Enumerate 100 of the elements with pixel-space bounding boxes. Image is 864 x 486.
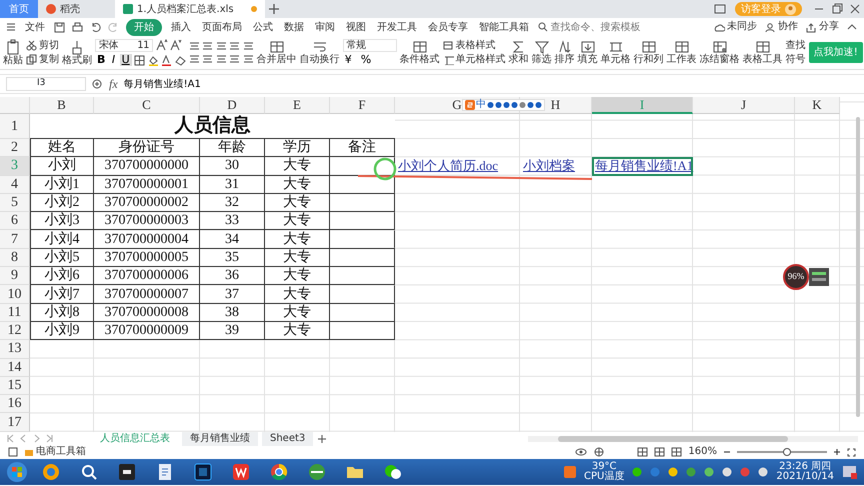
ribbon-button[interactable]: 排序 bbox=[554, 40, 575, 65]
align-icon[interactable] bbox=[188, 54, 200, 64]
tray-icon[interactable] bbox=[632, 466, 642, 477]
align-icon[interactable] bbox=[242, 40, 254, 52]
column-header[interactable]: C bbox=[94, 97, 200, 114]
function-label[interactable]: fx bbox=[109, 75, 118, 93]
row-header[interactable]: 15 bbox=[0, 376, 30, 396]
ribbon-button[interactable]: 行和列 bbox=[634, 40, 664, 65]
column-header[interactable]: B bbox=[30, 97, 94, 114]
row-header[interactable]: 9 bbox=[0, 267, 30, 286]
align-icon[interactable] bbox=[188, 40, 200, 52]
horizontal-scrollbar[interactable] bbox=[528, 434, 858, 443]
border-icon[interactable] bbox=[134, 54, 146, 66]
ribbon-button[interactable]: 自动换行 bbox=[300, 40, 340, 65]
office-app-icon[interactable] bbox=[231, 462, 251, 482]
row-header[interactable]: 13 bbox=[0, 340, 30, 359]
row-header[interactable]: 5 bbox=[0, 194, 30, 212]
row-header[interactable]: 2 bbox=[0, 139, 30, 158]
toolbar-button[interactable]: 未同步 bbox=[713, 21, 757, 33]
ribbon-button[interactable]: 求和 bbox=[508, 40, 529, 65]
ribbon-button[interactable]: 表格工具 bbox=[742, 40, 783, 65]
style-toggle[interactable]: I bbox=[110, 54, 118, 66]
ribbon-button[interactable]: 单元格样式 bbox=[442, 54, 506, 66]
format-button[interactable]: % bbox=[358, 54, 374, 66]
document-tab[interactable]: 1.人员档案汇总表.xls bbox=[115, 0, 265, 18]
ribbon-button[interactable]: 合并居中 bbox=[256, 40, 297, 65]
font-grow-icon[interactable] bbox=[156, 39, 168, 51]
row-header[interactable]: 1 bbox=[0, 114, 30, 139]
align-icon[interactable] bbox=[216, 54, 227, 64]
sheet-tab[interactable]: Sheet3 bbox=[262, 432, 314, 446]
format-select[interactable]: 常规 bbox=[342, 39, 397, 52]
page-view-icon[interactable] bbox=[654, 447, 666, 458]
menu-tab[interactable]: 视图 bbox=[344, 20, 368, 34]
ribbon-button[interactable]: 筛选 bbox=[532, 40, 552, 65]
ribbon-button[interactable]: 格式刷 bbox=[62, 39, 92, 66]
normal-view-icon[interactable] bbox=[637, 447, 648, 458]
zoom-slider[interactable] bbox=[737, 451, 827, 454]
slider-thumb[interactable] bbox=[782, 448, 790, 456]
font-select[interactable]: 宋体 11 bbox=[95, 39, 153, 52]
menu-tab[interactable]: 插入 bbox=[169, 20, 193, 34]
sheet-mode-icon[interactable] bbox=[8, 447, 18, 458]
ribbon-button[interactable]: 符号 bbox=[786, 54, 806, 66]
ribbon-button[interactable]: 查找 bbox=[786, 40, 806, 52]
fullscreen-icon[interactable] bbox=[847, 448, 856, 457]
photo-editor-icon[interactable] bbox=[193, 462, 213, 482]
column-header[interactable]: K bbox=[795, 97, 840, 114]
toolbar-button[interactable]: 协作 bbox=[764, 21, 798, 33]
align-icon[interactable] bbox=[216, 40, 227, 52]
ribbon-button[interactable]: 粘贴 bbox=[3, 39, 23, 66]
align-icon[interactable] bbox=[242, 54, 254, 64]
ribbon-button[interactable]: 复制 bbox=[26, 54, 59, 66]
align-icon[interactable] bbox=[229, 40, 240, 52]
column-header[interactable]: E bbox=[265, 97, 330, 114]
font-color-icon[interactable] bbox=[161, 54, 172, 66]
menu-tab[interactable]: 开发工具 bbox=[375, 20, 419, 34]
toolbox-button[interactable]: 电商工具箱 bbox=[24, 446, 86, 458]
hyperlink[interactable]: 小刘档案 bbox=[520, 157, 592, 176]
notification-icon[interactable] bbox=[842, 464, 858, 480]
collapse-icon[interactable] bbox=[846, 22, 858, 32]
document-tab[interactable]: 稻壳 bbox=[38, 0, 115, 18]
row-header[interactable]: 14 bbox=[0, 358, 30, 377]
input-method-icon[interactable] bbox=[564, 466, 576, 478]
column-header[interactable]: D bbox=[200, 97, 265, 114]
tray-icon[interactable] bbox=[722, 466, 732, 477]
clock[interactable]: 23:26 周四 2021/10/14 bbox=[776, 462, 834, 482]
align-icon[interactable] bbox=[229, 54, 240, 64]
name-box[interactable]: I3 bbox=[6, 77, 86, 91]
add-sheet-icon[interactable] bbox=[317, 434, 328, 444]
column-header[interactable]: J bbox=[693, 97, 795, 114]
menu-tab[interactable]: 智能工具箱 bbox=[477, 20, 531, 34]
dark-app-icon[interactable] bbox=[117, 462, 137, 482]
input-method-menu[interactable]: 中 bbox=[462, 99, 545, 111]
row-header[interactable]: 11 bbox=[0, 304, 30, 322]
menu-icon[interactable] bbox=[6, 22, 16, 32]
ribbon-button[interactable]: 填充 bbox=[578, 40, 598, 65]
start-icon[interactable] bbox=[6, 460, 28, 483]
zoom-select[interactable]: 160% bbox=[688, 446, 717, 458]
menu-tab[interactable]: 会员专享 bbox=[426, 20, 470, 34]
menu-tab[interactable]: 页面布局 bbox=[200, 20, 244, 34]
row-header[interactable]: 10 bbox=[0, 285, 30, 304]
zoom-in-icon[interactable] bbox=[833, 448, 841, 456]
align-icon[interactable] bbox=[202, 54, 214, 64]
ime-mode[interactable]: 中 bbox=[476, 100, 486, 110]
vertical-scrollbar[interactable] bbox=[854, 117, 862, 417]
fill-color-icon[interactable] bbox=[148, 54, 159, 66]
menu-tab[interactable]: 公式 bbox=[251, 20, 275, 34]
row-header[interactable]: 16 bbox=[0, 395, 30, 414]
hyperlink[interactable]: 小刘个人简历.doc bbox=[395, 157, 520, 176]
ribbon-button[interactable]: 条件格式 bbox=[400, 40, 440, 65]
style-toggle[interactable]: B bbox=[95, 54, 108, 66]
eraser-icon[interactable] bbox=[174, 54, 186, 66]
row-header[interactable]: 6 bbox=[0, 212, 30, 230]
style-toggle[interactable]: U bbox=[120, 54, 132, 66]
menu-tab[interactable]: 审阅 bbox=[313, 20, 337, 34]
row-header[interactable]: 17 bbox=[0, 413, 30, 432]
font-shrink-icon[interactable] bbox=[170, 39, 182, 51]
format-button[interactable]: ¥ bbox=[342, 54, 354, 66]
ribbon-button[interactable]: 剪切 bbox=[26, 40, 59, 52]
column-header[interactable]: F bbox=[330, 97, 395, 114]
toolbar-button[interactable]: 分享 bbox=[805, 21, 839, 33]
